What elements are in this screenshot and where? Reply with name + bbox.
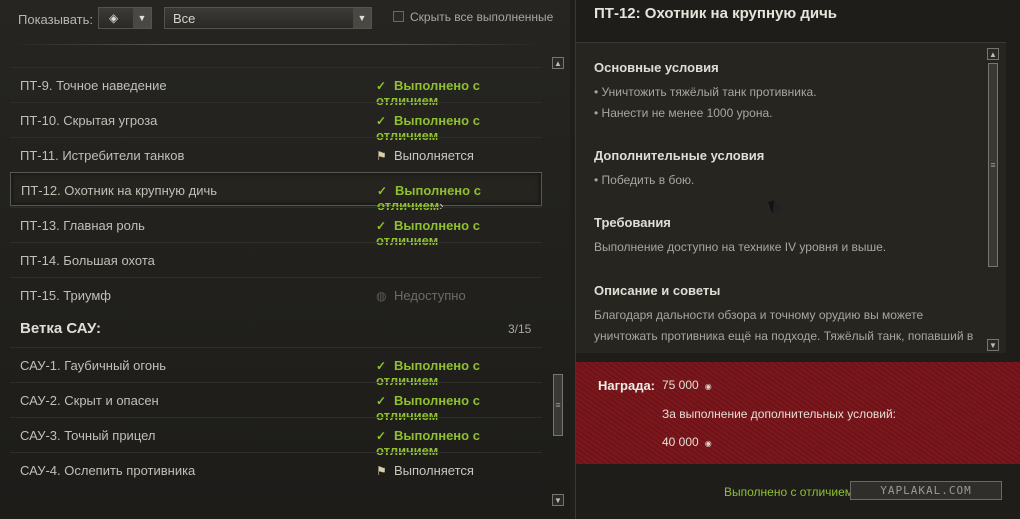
description-line-1: Благодаря дальности обзора и точному ору… — [594, 308, 924, 322]
mission-name: ПТ-11. Истребители танков — [20, 148, 185, 163]
mission-name: САУ-2. Скрыт и опасен — [20, 393, 159, 408]
scroll-down-button[interactable]: ▼ — [987, 339, 999, 351]
divider — [10, 44, 545, 45]
mission-row[interactable]: САУ-1. Гаубичный огонь ✓ Выполнено с отлич… — [10, 347, 542, 388]
mission-name: ПТ-9. Точное наведение — [20, 78, 167, 93]
credits-icon: ◉ — [704, 382, 712, 391]
hide-done-checkbox[interactable] — [393, 11, 404, 22]
lock-icon: ◍ — [376, 289, 387, 303]
check-icon: ✓ — [376, 219, 387, 233]
reward-label: Награда: — [598, 378, 656, 393]
mission-name: ПТ-13. Главная роль — [20, 218, 145, 233]
scroll-down-button[interactable]: ▼ — [552, 494, 564, 506]
watermark: YAPLAKAL.COM — [850, 481, 1002, 500]
mission-detail-panel: ПТ-12: Охотник на крупную дичь Основные … — [575, 0, 1020, 519]
mission-row[interactable]: ПТ-9. Точное наведение ✓ Выполнено с отлич… — [10, 67, 542, 108]
mission-row[interactable]: ПТ-13. Главная роль ✓ Выполнено с отличием — [10, 207, 542, 248]
description-header: Описание и советы — [594, 283, 721, 298]
show-label: Показывать: — [18, 11, 93, 27]
detail-title: ПТ-12: Охотник на крупную дичь — [594, 5, 838, 22]
mission-status: ◍ Недоступно — [376, 288, 466, 303]
mission-name: САУ-3. Точный прицел — [20, 428, 156, 443]
list-filter-value: Все — [173, 10, 196, 26]
reward-extra-label: За выполнение дополнительных условий: — [662, 407, 896, 421]
description-line-2: уничтожать противника ещё на подходе. Тя… — [594, 329, 974, 343]
mission-status-text: Выполняется — [394, 463, 474, 478]
main-conditions-header: Основные условия — [594, 60, 719, 75]
mission-name: ПТ-10. Скрытая угроза — [20, 113, 158, 128]
flag-icon: ⚑ — [376, 464, 387, 478]
mission-row[interactable]: ПТ-14. Большая охота — [10, 242, 542, 276]
mission-status-text: Выполняется — [394, 148, 474, 163]
scroll-up-button[interactable]: ▲ — [987, 48, 999, 60]
check-icon: ✓ — [376, 79, 387, 93]
extra-condition-1: • Победить в бою. — [594, 173, 695, 187]
scrollbar-thumb[interactable]: ≡ — [553, 374, 563, 436]
mission-row[interactable]: ПТ-15. Триумф ◍ Недоступно — [10, 277, 542, 311]
mission-status: Выполнено с отличием — [724, 485, 854, 499]
mission-name: САУ-1. Гаубичный огонь — [20, 358, 167, 373]
reward-extra-value: 40 000 — [662, 435, 699, 449]
mission-row[interactable]: САУ-3. Точный прицел ✓ Выполнено с отличие… — [10, 417, 542, 458]
reward-main-value: 75 000 — [662, 378, 699, 392]
scrollbar-thumb[interactable]: ≡ — [988, 63, 998, 267]
mission-row[interactable]: САУ-4. Ослепить противника ⚑ Выполняется — [10, 452, 542, 486]
main-condition-1: • Уничтожить тяжёлый танк противника. — [594, 85, 817, 99]
mission-row[interactable]: ПТ-12. Охотник на крупную дичь ✓ Выполнено… — [10, 172, 542, 213]
requirements-header: Требования — [594, 215, 671, 230]
main-condition-2: • Нанести не менее 1000 урона. — [594, 106, 773, 120]
check-icon: ✓ — [376, 429, 387, 443]
mission-row[interactable]: ПТ-11. Истребители танков ⚑ Выполняется — [10, 137, 542, 171]
mission-row[interactable]: ПТ-10. Скрытая угроза ✓ Выполнено с отличи… — [10, 102, 542, 143]
check-icon: ✓ — [377, 184, 388, 198]
mission-status: ⚑ Выполняется — [376, 148, 474, 163]
mission-name: ПТ-14. Большая охота — [20, 253, 155, 268]
mission-row[interactable]: САУ-2. Скрыт и опасен ✓ Выполнено с отличи… — [10, 382, 542, 423]
branch-count: 3/15 — [508, 322, 532, 336]
branch-title: Ветка САУ: — [20, 320, 102, 337]
mission-status-text: Недоступно — [394, 288, 466, 303]
chevron-down-icon: ▼ — [133, 8, 151, 28]
check-icon: ✓ — [376, 114, 387, 128]
extra-conditions-header: Дополнительные условия — [594, 148, 765, 163]
detail-content: Основные условия • Уничтожить тяжёлый та… — [576, 42, 1006, 353]
chevron-down-icon: ▼ — [353, 8, 371, 28]
check-icon: ✓ — [376, 359, 387, 373]
scroll-up-button[interactable]: ▲ — [552, 57, 564, 69]
credits-icon: ◉ — [704, 439, 712, 448]
reward-main: 75 000 ◉ — [662, 378, 712, 392]
type-filter-dropdown[interactable]: ◈ ▼ — [98, 7, 152, 29]
flag-icon: ⚑ — [376, 149, 387, 163]
list-filter-dropdown[interactable]: Все ▼ — [164, 7, 372, 29]
diamond-icon: ◈ — [109, 11, 119, 25]
requirements-text: Выполнение доступно на технике IV уровня… — [594, 240, 887, 254]
mission-name: ПТ-15. Триумф — [20, 288, 111, 303]
mission-status: ⚑ Выполняется — [376, 463, 474, 478]
reward-extra: 40 000 ◉ — [662, 435, 712, 449]
mission-list-panel: Показывать: ◈ ▼ Все ▼ Скрыть все выполне… — [0, 0, 570, 519]
mission-name: ПТ-12. Охотник на крупную дичь — [21, 183, 218, 198]
check-icon: ✓ — [376, 394, 387, 408]
reward-panel: Награда: 75 000 ◉ За выполнение дополните… — [576, 362, 1020, 464]
mission-name: САУ-4. Ослепить противника — [20, 463, 196, 478]
hide-done-label[interactable]: Скрыть все выполненные — [410, 10, 553, 24]
